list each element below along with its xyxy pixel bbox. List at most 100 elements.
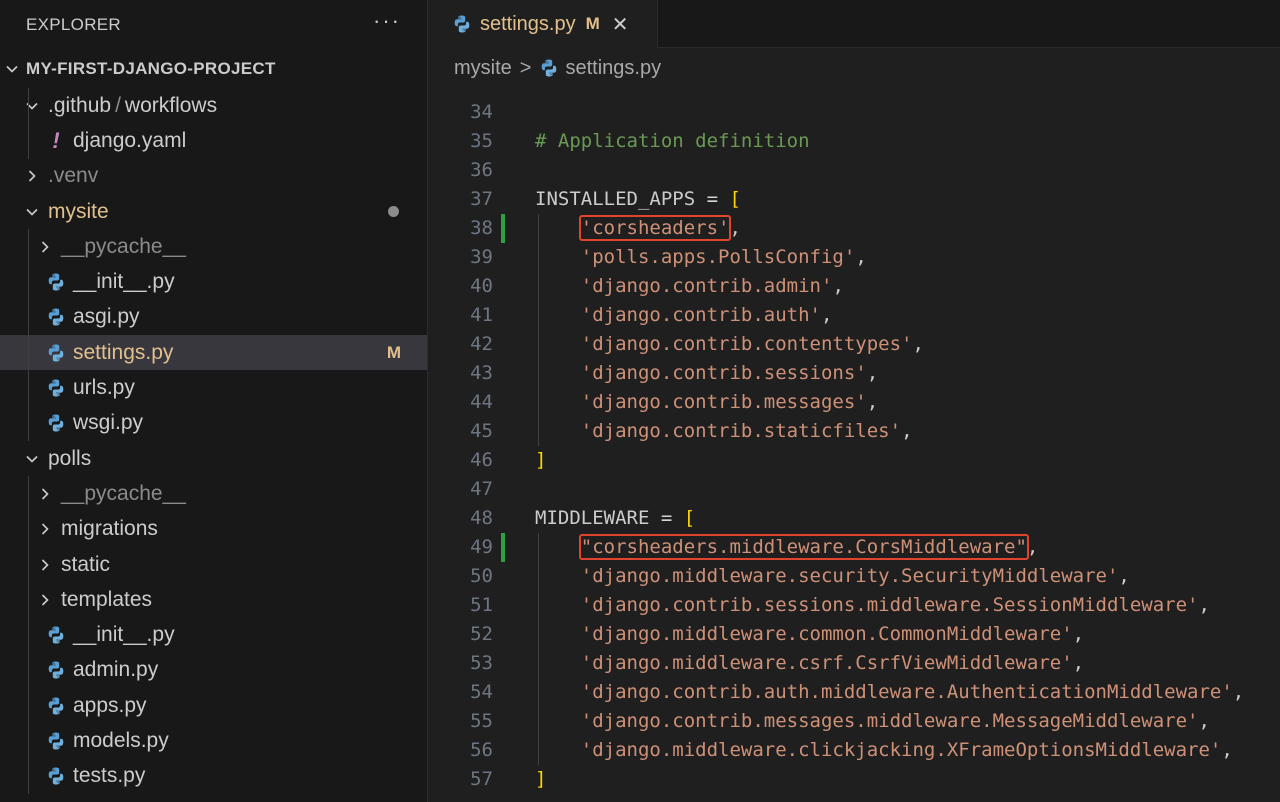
explorer-header: EXPLORER ···	[0, 0, 427, 50]
breadcrumb-folder[interactable]: mysite	[454, 57, 512, 80]
tree-item-templates[interactable]: templates	[0, 582, 427, 617]
code-text: INSTALLED_APPS = [	[535, 185, 741, 214]
code-text: # Application definition	[535, 127, 810, 156]
highlighted-token: "corsheaders.middleware.CorsMiddleware"	[578, 534, 1029, 560]
line-number: 34	[470, 101, 493, 123]
code-token: [	[729, 188, 741, 210]
tree-item-venv-folder[interactable]: .venv	[0, 159, 427, 194]
code-token: =	[660, 507, 684, 529]
tree-item-migrations[interactable]: migrations	[0, 512, 427, 547]
code-token: ]	[535, 449, 547, 471]
tree-item-tests[interactable]: tests.py	[0, 759, 427, 794]
tree-item-mysite-init[interactable]: __init__.py	[0, 264, 427, 299]
line-number: 50	[470, 565, 493, 587]
tree-item-label: tests.py	[73, 764, 146, 788]
code-token: ,	[1026, 536, 1039, 558]
tree-item-label: __pycache__	[61, 234, 186, 258]
code-line: 57]	[428, 765, 1280, 794]
python-file-icon	[45, 624, 67, 646]
tree-item-label: .venv	[48, 164, 99, 188]
tree-item-models[interactable]: models.py	[0, 723, 427, 758]
tree-item-apps[interactable]: apps.py	[0, 688, 427, 723]
code-line: 52 'django.middleware.common.CommonMiddl…	[428, 620, 1280, 649]
chevron-right-icon	[37, 521, 53, 537]
line-number: 43	[470, 362, 493, 384]
code-token: 'django.contrib.staticfiles'	[580, 420, 902, 442]
tree-item-label: __init__.py	[73, 623, 175, 647]
code-line: 41 'django.contrib.auth',	[428, 301, 1280, 330]
tree-item-urls[interactable]: urls.py	[0, 370, 427, 405]
code-token: [	[683, 507, 696, 529]
code-text: 'django.contrib.messages.middleware.Mess…	[535, 707, 1210, 736]
editor-area: settings.py M ✕ mysite > settings.py 34 3…	[428, 0, 1280, 802]
tree-item-label: __init__.py	[73, 270, 175, 294]
tree-item-label: admin.py	[73, 658, 159, 682]
tree-item-polls-pycache[interactable]: __pycache__	[0, 476, 427, 511]
code-text: 'django.contrib.messages',	[535, 388, 878, 417]
project-root[interactable]: MY-FIRST-DJANGO-PROJECT	[0, 50, 427, 88]
code-token: MIDDLEWARE	[535, 507, 661, 529]
tab-bar: settings.py M ✕	[428, 0, 1280, 48]
python-file-icon	[539, 58, 559, 78]
code-token: ,	[820, 304, 833, 326]
breadcrumb: mysite > settings.py	[428, 48, 1280, 88]
tree-item-wsgi[interactable]: wsgi.py	[0, 406, 427, 441]
added-line-marker	[501, 533, 505, 562]
line-number: 47	[470, 478, 493, 500]
breadcrumb-file[interactable]: settings.py	[565, 57, 661, 80]
code-editor[interactable]: 34 35 # Application definition 36 37 INSTALLE…	[428, 84, 1280, 802]
code-token: 'django.contrib.messages'	[580, 391, 867, 413]
code-token: 'django.contrib.auth'	[580, 304, 821, 326]
code-token: 'django.contrib.sessions.middleware.Sess…	[580, 594, 1199, 616]
tree-item-asgi[interactable]: asgi.py	[0, 300, 427, 335]
code-line: 44 'django.contrib.messages',	[428, 388, 1280, 417]
tree-item-settings[interactable]: settings.py M	[0, 335, 427, 371]
line-number: 51	[470, 594, 493, 616]
code-token: ,	[866, 391, 879, 413]
code-text: 'django.contrib.sessions.middleware.Sess…	[535, 591, 1210, 620]
tree-item-static[interactable]: static	[0, 547, 427, 582]
code-line: 39 'polls.apps.PollsConfig',	[428, 243, 1280, 272]
code-token: ,	[1198, 594, 1210, 616]
tree-item-polls-init[interactable]: __init__.py	[0, 617, 427, 652]
code-line: 34	[428, 98, 1280, 127]
code-text: 'django.middleware.clickjacking.XFrameOp…	[535, 736, 1233, 765]
python-file-icon	[45, 306, 67, 328]
tree-item-label: apps.py	[73, 693, 147, 717]
tree-item-admin[interactable]: admin.py	[0, 653, 427, 688]
more-actions-icon[interactable]: ···	[373, 10, 401, 40]
python-file-icon	[45, 377, 67, 399]
code-indent-guide	[538, 533, 539, 765]
tree-item-polls-folder[interactable]: polls	[0, 441, 427, 476]
code-token: ,	[1072, 623, 1085, 645]
close-icon[interactable]: ✕	[612, 12, 629, 37]
modified-badge: M	[386, 342, 401, 362]
line-number: 39	[470, 246, 493, 268]
line-number: 54	[470, 681, 493, 703]
chevron-down-icon	[24, 451, 40, 467]
line-number: 35	[470, 130, 493, 152]
chevron-right-icon: >	[519, 56, 532, 79]
tree-item-label: __pycache__	[61, 481, 186, 505]
code-line: 53 'django.middleware.csrf.CsrfViewMiddl…	[428, 649, 1280, 678]
code-token: 'django.middleware.csrf.CsrfViewMiddlewa…	[580, 652, 1073, 674]
line-number: 52	[470, 623, 493, 645]
chevron-right-icon	[24, 168, 40, 184]
tree-item-django-yaml[interactable]: ! django.yaml	[0, 123, 427, 158]
highlighted-token: 'corsheaders'	[578, 215, 732, 241]
code-token: ,	[1072, 652, 1085, 674]
tree-item-label: .github / workflows	[48, 93, 218, 117]
tab-settings[interactable]: settings.py M ✕	[428, 0, 658, 48]
tree-item-github-folder[interactable]: .github / workflows	[0, 88, 427, 123]
tree-item-mysite-pycache[interactable]: __pycache__	[0, 229, 427, 264]
indent-guide	[28, 229, 29, 441]
python-file-icon	[45, 659, 67, 681]
code-token: ,	[729, 217, 741, 239]
tree-item-mysite-folder[interactable]: mysite	[0, 194, 427, 229]
tree-item-label: static	[61, 552, 111, 576]
